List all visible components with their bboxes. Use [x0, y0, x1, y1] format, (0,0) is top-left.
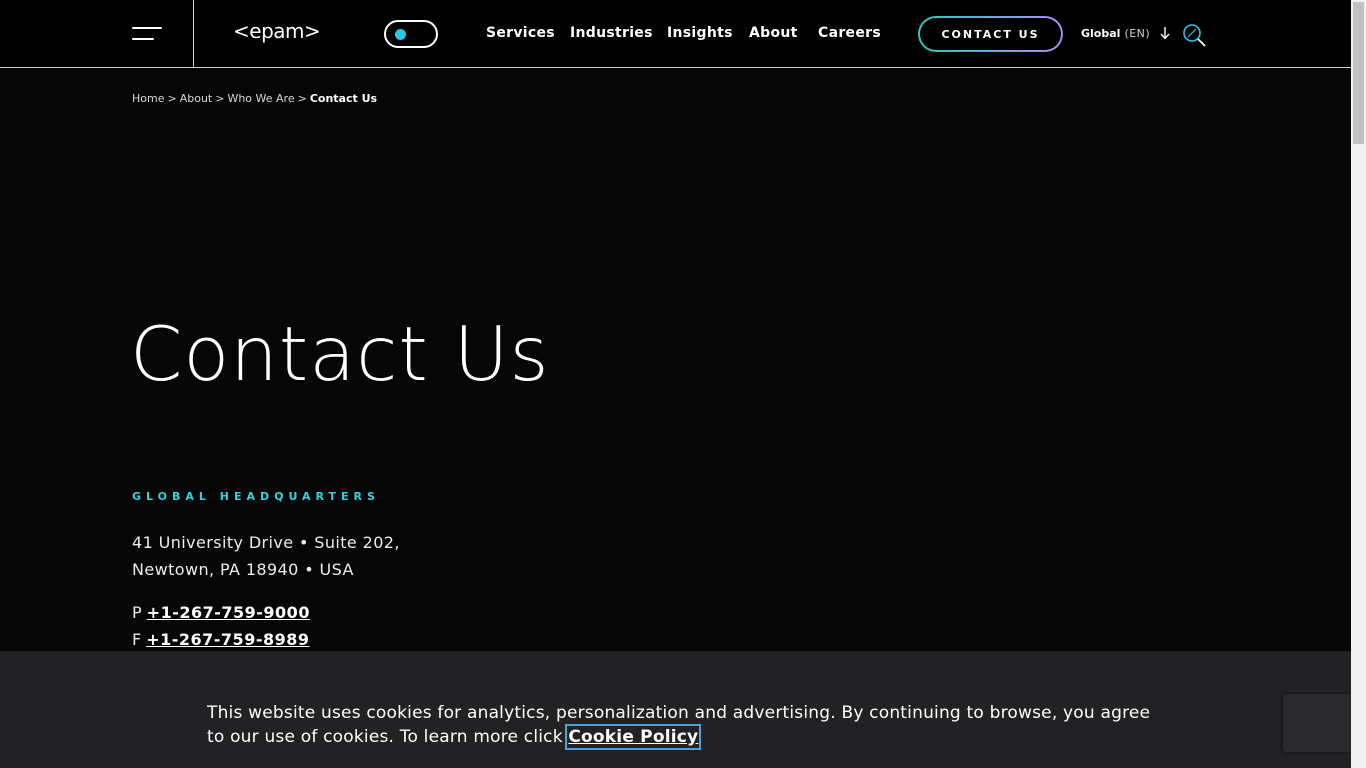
- arrow-down-icon: [1160, 27, 1170, 40]
- fax-row: F +1-267-759-8989: [132, 630, 310, 649]
- fax-prefix: F: [132, 630, 142, 649]
- breadcrumb-separator: >: [167, 92, 177, 105]
- page-scrollbar[interactable]: [1351, 0, 1366, 768]
- recaptcha-badge[interactable]: [1283, 694, 1351, 752]
- hamburger-menu-icon[interactable]: [132, 26, 162, 42]
- cookie-banner: This website uses cookies for analytics,…: [0, 651, 1351, 768]
- breadcrumb-about[interactable]: About: [180, 92, 213, 105]
- hq-heading: GLOBAL HEADQUARTERS: [132, 490, 380, 503]
- breadcrumb-separator: >: [297, 92, 307, 105]
- address-line-2: Newtown, PA 18940 • USA: [132, 560, 354, 579]
- site-header: <epam> Services Industries Insights Abou…: [0, 0, 1351, 68]
- nav-insights[interactable]: Insights: [667, 25, 733, 41]
- contact-us-label: CONTACT US: [920, 18, 1061, 50]
- epam-logo[interactable]: <epam>: [233, 19, 321, 43]
- page-title: Contact Us: [130, 310, 550, 398]
- breadcrumb-separator: >: [215, 92, 225, 105]
- language-name: Global: [1081, 27, 1121, 40]
- hq-address: 41 University Drive • Suite 202, Newtown…: [132, 529, 400, 583]
- search-icon[interactable]: [1182, 23, 1208, 47]
- nav-about[interactable]: About: [749, 25, 798, 41]
- header-divider: [193, 0, 194, 68]
- language-selector[interactable]: Global (EN): [1081, 27, 1170, 40]
- scrollbar-thumb[interactable]: [1353, 2, 1364, 144]
- nav-industries[interactable]: Industries: [570, 25, 653, 41]
- language-code: (EN): [1124, 27, 1151, 40]
- breadcrumb: Home > About > Who We Are > Contact Us: [132, 92, 377, 105]
- breadcrumb-who-we-are[interactable]: Who We Are: [227, 92, 294, 105]
- nav-services[interactable]: Services: [486, 25, 555, 41]
- breadcrumb-home[interactable]: Home: [132, 92, 164, 105]
- phone-prefix: P: [132, 603, 142, 622]
- breadcrumb-current: Contact Us: [309, 92, 378, 105]
- address-line-1: 41 University Drive • Suite 202,: [132, 533, 400, 552]
- theme-toggle-switch[interactable]: [384, 20, 438, 48]
- contact-us-button[interactable]: CONTACT US: [918, 16, 1063, 52]
- toggle-knob: [395, 29, 406, 40]
- phone-link[interactable]: +1-267-759-9000: [147, 603, 310, 622]
- cookie-policy-link[interactable]: Cookie Policy: [565, 724, 702, 750]
- phone-row: P +1-267-759-9000: [132, 603, 310, 622]
- nav-careers[interactable]: Careers: [818, 25, 881, 41]
- cookie-banner-text: This website uses cookies for analytics,…: [207, 701, 1167, 750]
- fax-link[interactable]: +1-267-759-8989: [146, 630, 309, 649]
